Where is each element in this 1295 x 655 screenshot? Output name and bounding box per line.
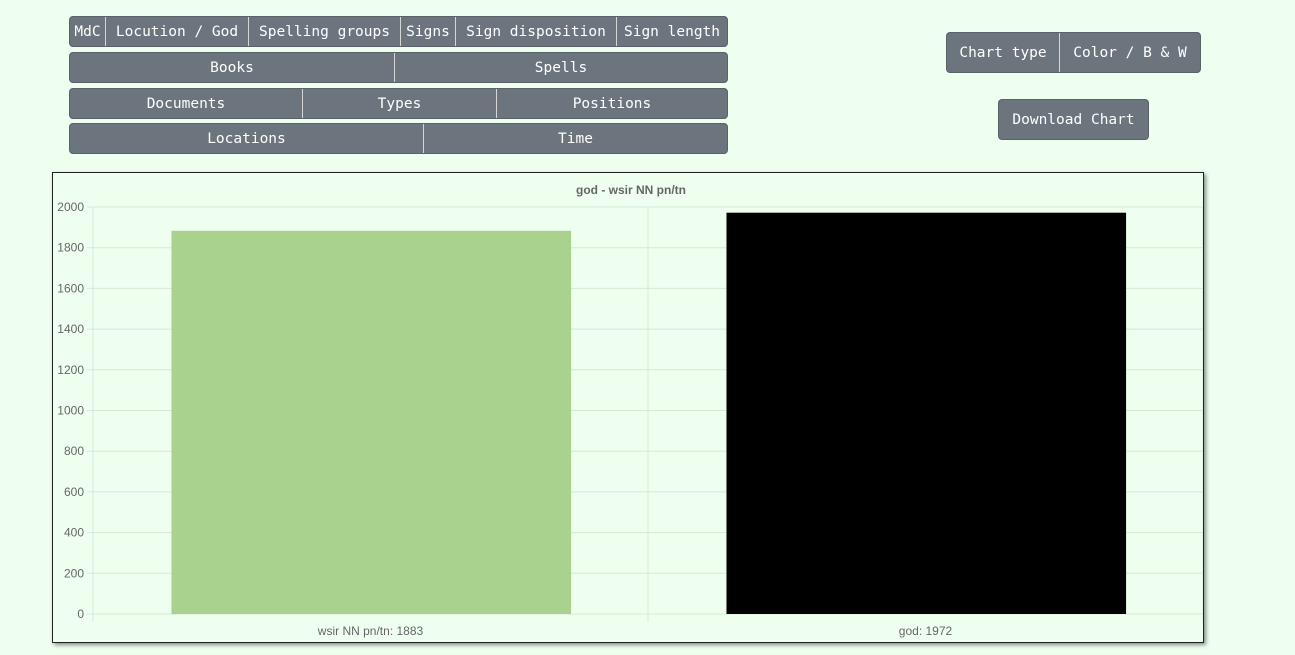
documents-button[interactable]: Documents bbox=[70, 89, 303, 118]
y-tick-label: 200 bbox=[64, 566, 84, 580]
y-tick-label: 1000 bbox=[57, 404, 84, 418]
filter-button-row-3: Documents Types Positions bbox=[69, 88, 728, 119]
time-button[interactable]: Time bbox=[424, 124, 727, 153]
y-tick-label: 2000 bbox=[57, 200, 84, 214]
signs-button[interactable]: Signs bbox=[401, 17, 456, 46]
chart-options-group: Chart type Color / B & W bbox=[946, 32, 1201, 73]
filter-button-row-1: MdC Locution / God Spelling groups Signs… bbox=[69, 16, 728, 47]
chart-container: god - wsir NN pn/tn 0 200 400 600 800 1000 120… bbox=[52, 172, 1204, 643]
bar-chart: god - wsir NN pn/tn 0 200 400 600 800 1000 120… bbox=[57, 183, 1203, 638]
bar-1[interactable] bbox=[726, 212, 1127, 614]
download-chart-button[interactable]: Download Chart bbox=[998, 99, 1149, 140]
y-tick-label: 800 bbox=[64, 444, 84, 458]
locations-button[interactable]: Locations bbox=[70, 124, 424, 153]
sign-length-button[interactable]: Sign length bbox=[617, 17, 727, 46]
filter-button-row-4: Locations Time bbox=[69, 123, 728, 154]
sign-disposition-button[interactable]: Sign disposition bbox=[456, 17, 617, 46]
y-axis-ticks: 0 200 400 600 800 1000 1200 1400 1600 1800 2000 bbox=[57, 200, 84, 621]
spelling-groups-button[interactable]: Spelling groups bbox=[249, 17, 401, 46]
chart-title: god - wsir NN pn/tn bbox=[576, 183, 686, 197]
y-tick-label: 1400 bbox=[57, 322, 84, 336]
spells-button[interactable]: Spells bbox=[395, 53, 727, 82]
y-tick-label: 0 bbox=[77, 607, 84, 621]
y-tick-label: 1600 bbox=[57, 281, 84, 295]
types-button[interactable]: Types bbox=[303, 89, 497, 118]
locution-god-button[interactable]: Locution / God bbox=[106, 17, 249, 46]
x-category-label-0: wsir NN pn/tn: 1883 bbox=[317, 624, 424, 638]
books-button[interactable]: Books bbox=[70, 53, 395, 82]
positions-button[interactable]: Positions bbox=[497, 89, 727, 118]
y-tick-label: 1800 bbox=[57, 241, 84, 255]
bar-0[interactable] bbox=[171, 230, 572, 614]
chart-type-button[interactable]: Chart type bbox=[947, 33, 1060, 72]
x-category-label-1: god: 1972 bbox=[899, 624, 953, 638]
color-bw-toggle-button[interactable]: Color / B & W bbox=[1060, 33, 1200, 72]
y-tick-label: 1200 bbox=[57, 363, 84, 377]
y-tick-label: 600 bbox=[64, 485, 84, 499]
x-axis-labels: wsir NN pn/tn: 1883 god: 1972 bbox=[317, 624, 953, 638]
bar-series bbox=[171, 212, 1127, 614]
mdc-button[interactable]: MdC bbox=[70, 17, 106, 46]
y-tick-label: 400 bbox=[64, 526, 84, 540]
filter-button-row-2: Books Spells bbox=[69, 52, 728, 83]
